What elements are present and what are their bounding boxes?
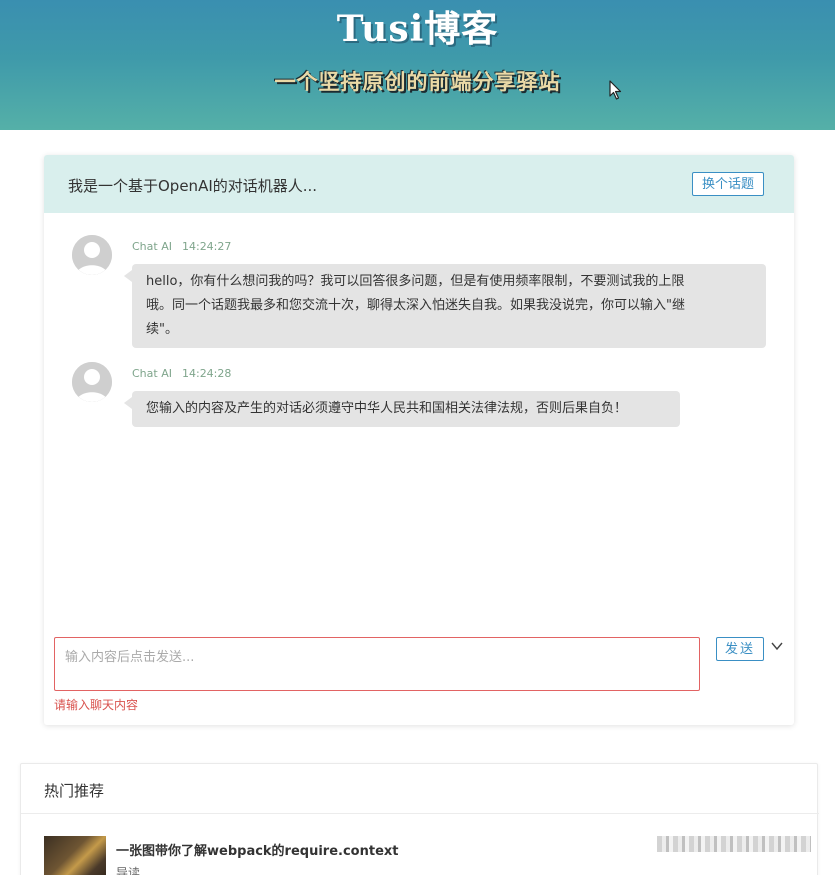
message-line: 哦。同一个话题我最多和您交流十次，聊得太深入怕迷失自我。如果我没说完，你可以输入… — [146, 294, 752, 318]
chat-header: 我是一个基于OpenAI的对话机器人... 换个话题 — [44, 155, 794, 213]
divider — [21, 813, 819, 814]
site-subtitle: 一个坚持原创的前端分享驿站 — [0, 66, 835, 96]
article-meta-obscured — [657, 836, 811, 852]
input-error-message: 请输入聊天内容 — [54, 696, 138, 713]
message-bubble: 您输入的内容及产生的对话必须遵守中华人民共和国相关法律法规，否则后果自负！ — [132, 391, 680, 427]
message-sender: Chat AI — [132, 240, 172, 253]
article-title-link[interactable]: 一张图带你了解webpack的require.context — [116, 840, 399, 859]
chat-panel: 我是一个基于OpenAI的对话机器人... 换个话题 Chat AI 14:24:… — [44, 155, 794, 725]
site-title[interactable]: Tusi博客 — [0, 0, 835, 52]
user-avatar-icon — [72, 362, 112, 402]
chevron-down-icon[interactable] — [770, 639, 784, 653]
message-time: 14:24:28 — [182, 367, 231, 380]
message-sender: Chat AI — [132, 367, 172, 380]
message-time: 14:24:27 — [182, 240, 231, 253]
message-line: 您输入的内容及产生的对话必须遵守中华人民共和国相关法律法规，否则后果自负！ — [146, 397, 666, 421]
message-meta: Chat AI 14:24:28 — [132, 367, 231, 380]
hot-recommendations: 热门推荐 一张图带你了解webpack的require.context 导读 — [20, 763, 818, 875]
mouse-pointer-icon — [609, 80, 623, 100]
message-bubble: hello，你有什么想问我的吗？我可以回答很多问题，但是有使用频率限制，不要测试… — [132, 264, 766, 348]
chat-input[interactable] — [54, 637, 700, 691]
message-line: hello，你有什么想问我的吗？我可以回答很多问题，但是有使用频率限制，不要测试… — [146, 270, 752, 294]
message-line: 续"。 — [146, 318, 752, 342]
send-button[interactable]: 发送 — [716, 637, 764, 661]
article-thumbnail[interactable] — [44, 836, 106, 875]
change-topic-button[interactable]: 换个话题 — [692, 172, 764, 196]
site-banner: Tusi博客 一个坚持原创的前端分享驿站 — [0, 0, 835, 130]
hot-title: 热门推荐 — [44, 780, 104, 801]
user-avatar-icon — [72, 235, 112, 275]
message-meta: Chat AI 14:24:27 — [132, 240, 231, 253]
article-summary: 导读 — [116, 864, 140, 875]
chat-header-title: 我是一个基于OpenAI的对话机器人... — [68, 175, 317, 196]
